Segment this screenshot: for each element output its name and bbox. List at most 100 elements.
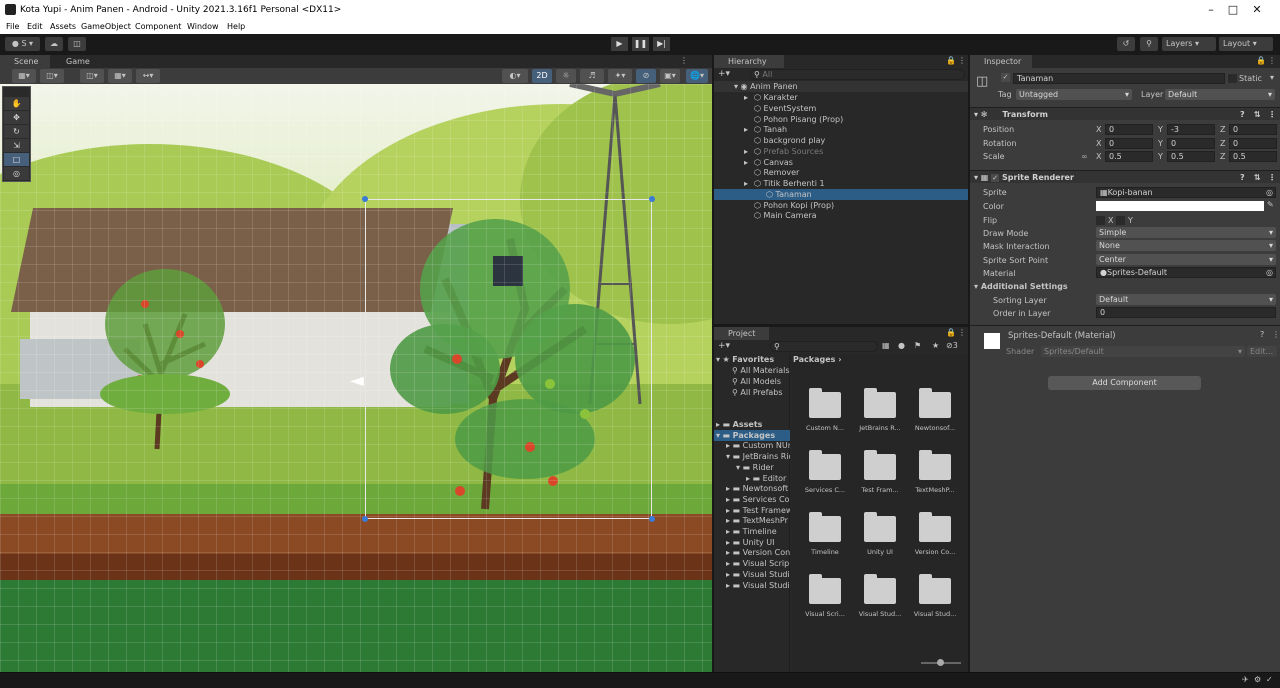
transform-scale-x-input[interactable]: 0.5	[1105, 151, 1153, 162]
lock-icon[interactable]: 🔒	[946, 56, 956, 65]
flip-y-checkbox[interactable]	[1116, 216, 1125, 225]
project-tree-item[interactable]: ▸ ▬ Newtonsoft	[714, 483, 790, 494]
search-by-type-icon[interactable]: ▦	[882, 341, 890, 350]
package-folder[interactable]: Services C...	[799, 446, 851, 504]
help-icon[interactable]: ?	[1240, 171, 1245, 184]
tab-game[interactable]: Game	[52, 55, 102, 68]
component-menu-icon[interactable]: ⋮	[1268, 108, 1276, 121]
order-in-layer-input[interactable]: 0	[1096, 307, 1276, 318]
package-folder[interactable]: Visual Stud...	[909, 570, 961, 628]
close-window-button[interactable]: ✕	[1234, 0, 1280, 20]
play-button[interactable]: ▶	[611, 37, 628, 51]
package-folder[interactable]: Visual Scri...	[799, 570, 851, 628]
search-by-label-icon[interactable]: ●	[898, 341, 905, 350]
hierarchy-item[interactable]: ⬡ Pohon Pisang (Prop)	[714, 114, 968, 125]
project-tree-item[interactable]: ▸ ▬ TextMeshPr	[714, 515, 790, 526]
audio-source-icon[interactable]: ◄	[350, 370, 364, 391]
project-tree-item[interactable]: ▸ ▬ Custom NUnit	[714, 440, 790, 451]
project-tree-item[interactable]: ▸ ▬ Visual Studi	[714, 569, 790, 580]
package-folder[interactable]: JetBrains R...	[854, 384, 906, 442]
render-mode-button[interactable]: ◫▾	[40, 69, 64, 83]
expand-arrow-icon[interactable]: ▸	[744, 157, 754, 168]
presets-icon[interactable]: ⇅	[1254, 171, 1261, 184]
hidden-packages-icon[interactable]: ⊘3	[946, 341, 958, 350]
search-icon[interactable]: ⚲	[1140, 37, 1158, 51]
hierarchy-search-input[interactable]: ⚲ All	[750, 69, 965, 80]
pivot-button[interactable]: ◫▾	[80, 69, 104, 83]
transform-position-y-input[interactable]: -3	[1167, 124, 1215, 135]
component-menu-icon[interactable]: ⋮	[1272, 330, 1280, 339]
label-icon[interactable]: ⚑	[914, 341, 921, 350]
expand-arrow-icon[interactable]: ▸	[744, 92, 754, 103]
eyedropper-icon[interactable]: ✎	[1267, 200, 1274, 209]
transform-position-x-input[interactable]: 0	[1105, 124, 1153, 135]
lighting-icon[interactable]: ☼	[556, 69, 576, 83]
flip-x-checkbox[interactable]	[1096, 216, 1105, 225]
check-icon[interactable]: ✓	[1266, 675, 1273, 684]
create-asset-button[interactable]: +▾	[718, 341, 730, 351]
package-folder[interactable]: Custom N...	[799, 384, 851, 442]
layer-dropdown[interactable]: Default ▾	[1165, 89, 1275, 100]
project-tree-item[interactable]: ▸ ▬ Visual Scrip	[714, 558, 790, 569]
sprite-field[interactable]: ▦Kopi-banan ◎	[1096, 187, 1276, 198]
shader-edit-button[interactable]: Edit...	[1247, 346, 1277, 357]
selection-rect[interactable]	[365, 199, 652, 519]
project-tree-item[interactable]: ▸ ▬ Editor	[714, 473, 790, 484]
lock-icon[interactable]: 🔒	[946, 328, 956, 337]
hierarchy-item[interactable]: ▸ ⬡ Prefab Sources	[714, 146, 968, 157]
grid-snap-button[interactable]: ▦▾	[108, 69, 132, 83]
effects-icon[interactable]: ✦▾	[608, 69, 632, 83]
increment-snap-button[interactable]: ↔▾	[136, 69, 160, 83]
tab-hierarchy[interactable]: Hierarchy	[714, 55, 784, 68]
project-tree-item[interactable]: ▸ ▬ Services Co	[714, 494, 790, 505]
shader-dropdown[interactable]: Sprites/Default ▾	[1041, 346, 1245, 357]
static-checkbox[interactable]	[1228, 74, 1237, 83]
transform-tool-icon[interactable]: ◎	[4, 167, 29, 180]
package-folder[interactable]: Test Fram...	[854, 446, 906, 504]
project-tree-item[interactable]: ▾ ▬ JetBrains Rider	[714, 451, 790, 462]
favorite-icon[interactable]: ★	[932, 341, 939, 350]
transform-rotation-z-input[interactable]: 0	[1229, 137, 1277, 149]
help-icon[interactable]: ?	[1240, 108, 1245, 121]
scene-view[interactable]: ◄ ✋ ✥ ↻ ⇲ □ ◎	[0, 84, 712, 672]
package-folder[interactable]: TextMeshP...	[909, 446, 961, 504]
add-object-button[interactable]: +▾	[718, 69, 730, 79]
constrain-proportions-icon[interactable]: ∞	[1081, 152, 1088, 161]
panel-menu-icon[interactable]: ⋮	[958, 56, 966, 65]
favorite-item[interactable]: ⚲ All Models	[732, 376, 781, 387]
mode-2d-toggle[interactable]: 2D	[532, 69, 552, 83]
expand-arrow-icon[interactable]: ▸	[744, 146, 754, 157]
menu-window[interactable]: Window	[187, 22, 219, 31]
menu-file[interactable]: File	[6, 22, 19, 31]
transform-rotation-x-input[interactable]: 0	[1105, 137, 1153, 149]
project-search-input[interactable]: ⚲	[770, 341, 878, 352]
favorite-item[interactable]: ⚲ All Materials	[732, 365, 790, 376]
hierarchy-item[interactable]: ⬡ Tanaman	[714, 188, 968, 200]
rect-handle[interactable]	[362, 516, 368, 522]
panel-menu-icon[interactable]: ⋮	[1268, 56, 1276, 65]
project-tree-item[interactable]: ▸ ▬ Version Con	[714, 547, 790, 558]
collab-icon[interactable]: ◫	[68, 37, 86, 51]
project-tree-item[interactable]: ▸ ▬ Timeline	[714, 526, 790, 537]
hidden-objects-icon[interactable]: ⊘	[636, 69, 656, 83]
sort-point-dropdown[interactable]: Center ▾	[1096, 254, 1276, 265]
material-field[interactable]: ●Sprites-Default ◎	[1096, 267, 1276, 278]
object-name-input[interactable]: Tanaman	[1013, 73, 1225, 84]
package-folder[interactable]: Visual Stud...	[854, 570, 906, 628]
tab-menu-icon[interactable]: ⋮	[680, 56, 688, 65]
favorite-item[interactable]: ⚲ All Prefabs	[732, 387, 783, 398]
scale-tool-icon[interactable]: ⇲	[4, 139, 29, 152]
component-menu-icon[interactable]: ⋮	[1268, 171, 1276, 184]
menu-edit[interactable]: Edit	[27, 22, 43, 31]
expand-arrow-icon[interactable]: ▸	[744, 178, 754, 189]
hierarchy-item[interactable]: ⬡ backgrond play	[714, 135, 968, 146]
zoom-slider-thumb[interactable]	[937, 659, 944, 666]
package-folder[interactable]: Unity UI	[854, 508, 906, 566]
hierarchy-item[interactable]: ⬡ Pohon Kopi (Prop)	[714, 200, 968, 211]
tab-scene[interactable]: Scene	[0, 55, 50, 68]
sorting-layer-dropdown[interactable]: Default ▾	[1096, 294, 1276, 305]
active-checkbox[interactable]: ✓	[1001, 73, 1010, 82]
gizmos-icon[interactable]: 🌐▾	[686, 69, 708, 83]
transform-position-z-input[interactable]: 0	[1229, 124, 1277, 135]
transform-header[interactable]: ▾ ✻ Transform ? ⇅ ⋮	[970, 107, 1280, 120]
